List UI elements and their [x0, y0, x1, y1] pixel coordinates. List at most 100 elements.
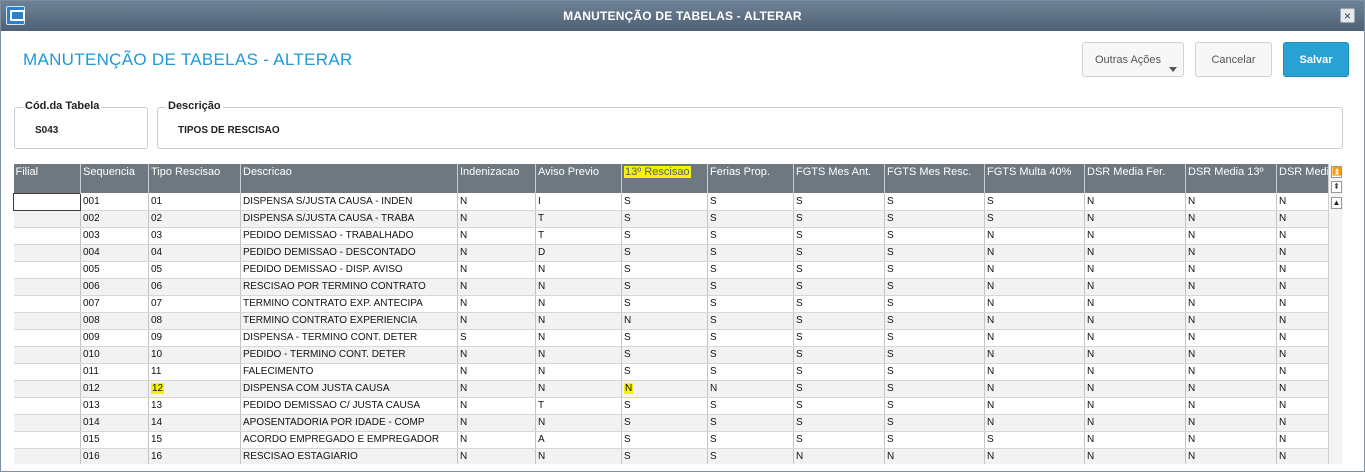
- table-cell[interactable]: N: [1084, 448, 1186, 464]
- table-cell[interactable]: S: [884, 363, 985, 381]
- table-cell[interactable]: 07: [148, 295, 241, 313]
- table-cell[interactable]: S: [884, 312, 985, 330]
- table-cell[interactable]: S: [707, 431, 794, 449]
- table-cell[interactable]: N: [535, 448, 622, 464]
- table-cell[interactable]: 013: [80, 397, 149, 415]
- table-cell[interactable]: 007: [80, 295, 149, 313]
- table-cell[interactable]: N: [1084, 261, 1186, 279]
- table-cell[interactable]: 016: [80, 448, 149, 464]
- table-row[interactable]: 010 10 PEDIDO - TERMINO CONT. DETER N N S S S S N…: [13, 346, 1328, 364]
- table-cell[interactable]: N: [535, 312, 622, 330]
- table-cell[interactable]: S: [707, 312, 794, 330]
- column-header[interactable]: Descricao: [240, 164, 458, 193]
- table-cell[interactable]: N: [1276, 261, 1328, 279]
- table-cell[interactable]: [13, 448, 81, 464]
- table-cell[interactable]: N: [535, 278, 622, 296]
- table-cell[interactable]: N: [535, 414, 622, 432]
- table-row[interactable]: 006 06 RESCISAO POR TERMINO CONTRATO N N S S S S…: [13, 278, 1328, 296]
- table-cell[interactable]: N: [1185, 397, 1277, 415]
- column-header[interactable]: DSR Media: [1276, 164, 1328, 193]
- table-cell[interactable]: PEDIDO DEMISSAO - TRABALHADO: [240, 227, 458, 245]
- table-cell[interactable]: N: [1185, 329, 1277, 347]
- table-cell[interactable]: RESCISAO POR TERMINO CONTRATO: [240, 278, 458, 296]
- table-cell[interactable]: 09: [148, 329, 241, 347]
- table-cell[interactable]: S: [621, 278, 708, 296]
- table-cell[interactable]: S: [621, 295, 708, 313]
- table-cell[interactable]: N: [1084, 363, 1186, 381]
- table-cell[interactable]: S: [707, 227, 794, 245]
- table-cell[interactable]: S: [621, 363, 708, 381]
- table-cell[interactable]: S: [793, 193, 885, 211]
- table-cell[interactable]: 01: [148, 193, 241, 211]
- table-cell[interactable]: TERMINO CONTRATO EXPERIENCIA: [240, 312, 458, 330]
- table-cell[interactable]: 08: [148, 312, 241, 330]
- table-cell[interactable]: 012: [80, 380, 149, 398]
- table-cell[interactable]: FALECIMENTO: [240, 363, 458, 381]
- table-cell[interactable]: 03: [148, 227, 241, 245]
- table-cell[interactable]: N: [984, 278, 1085, 296]
- table-cell[interactable]: 14: [148, 414, 241, 432]
- table-cell[interactable]: T: [535, 227, 622, 245]
- table-cell[interactable]: T: [535, 210, 622, 228]
- table-cell[interactable]: S: [621, 210, 708, 228]
- table-cell[interactable]: N: [1276, 210, 1328, 228]
- table-cell[interactable]: S: [884, 244, 985, 262]
- table-cell[interactable]: 009: [80, 329, 149, 347]
- table-cell[interactable]: N: [984, 329, 1085, 347]
- table-cell[interactable]: S: [984, 193, 1085, 211]
- table-cell[interactable]: N: [1084, 329, 1186, 347]
- table-cell[interactable]: [13, 261, 81, 279]
- table-cell[interactable]: S: [707, 397, 794, 415]
- table-cell[interactable]: S: [793, 397, 885, 415]
- table-cell[interactable]: N: [535, 329, 622, 347]
- table-cell[interactable]: APOSENTADORIA POR IDADE - COMP: [240, 414, 458, 432]
- table-cell[interactable]: N: [1185, 295, 1277, 313]
- table-row[interactable]: 015 15 ACORDO EMPREGADO E EMPREGADOR N A S S S S…: [13, 431, 1328, 449]
- table-cell[interactable]: 001: [80, 193, 149, 211]
- table-cell[interactable]: N: [1276, 227, 1328, 245]
- table-cell[interactable]: 002: [80, 210, 149, 228]
- table-cell[interactable]: [13, 414, 81, 432]
- table-cell[interactable]: TERMINO CONTRATO EXP. ANTECIPA: [240, 295, 458, 313]
- table-cell[interactable]: S: [707, 329, 794, 347]
- table-cell[interactable]: PEDIDO DEMISSAO C/ JUSTA CAUSA: [240, 397, 458, 415]
- vertical-scrollbar[interactable]: ⏫ ⇞ ▲: [1328, 164, 1343, 464]
- outras-acoes-button[interactable]: Outras Ações: [1082, 42, 1184, 77]
- scroll-page-up-icon[interactable]: ⇞: [1331, 181, 1342, 193]
- table-cell[interactable]: N: [1276, 448, 1328, 464]
- table-cell[interactable]: N: [984, 227, 1085, 245]
- table-cell[interactable]: N: [1185, 261, 1277, 279]
- table-cell[interactable]: N: [457, 227, 536, 245]
- table-cell[interactable]: N: [707, 380, 794, 398]
- table-cell[interactable]: S: [621, 227, 708, 245]
- table-cell[interactable]: S: [884, 414, 985, 432]
- table-row[interactable]: 003 03 PEDIDO DEMISSAO - TRABALHADO N T S S S S N…: [13, 227, 1328, 245]
- table-cell[interactable]: N: [793, 448, 885, 464]
- table-cell[interactable]: N: [1276, 244, 1328, 262]
- table-cell[interactable]: 06: [148, 278, 241, 296]
- column-header[interactable]: DSR Media Fer.: [1084, 164, 1186, 193]
- table-cell[interactable]: N: [535, 380, 622, 398]
- table-cell[interactable]: [13, 329, 81, 347]
- table-cell[interactable]: N: [1185, 244, 1277, 262]
- table-row[interactable]: 004 04 PEDIDO DEMISSAO - DESCONTADO N D S S S S N…: [13, 244, 1328, 262]
- table-cell[interactable]: N: [535, 295, 622, 313]
- table-cell[interactable]: S: [793, 363, 885, 381]
- column-header[interactable]: Filial: [13, 164, 81, 193]
- table-cell[interactable]: [13, 346, 81, 364]
- table-cell[interactable]: S: [707, 346, 794, 364]
- table-cell[interactable]: N: [1185, 363, 1277, 381]
- table-cell[interactable]: S: [707, 295, 794, 313]
- table-cell[interactable]: N: [1084, 414, 1186, 432]
- table-cell[interactable]: D: [535, 244, 622, 262]
- table-cell[interactable]: N: [1185, 380, 1277, 398]
- table-cell[interactable]: N: [1084, 397, 1186, 415]
- table-cell[interactable]: N: [984, 346, 1085, 364]
- table-cell[interactable]: N: [457, 312, 536, 330]
- table-cell[interactable]: 16: [148, 448, 241, 464]
- table-cell[interactable]: N: [1276, 312, 1328, 330]
- table-cell[interactable]: N: [1185, 193, 1277, 211]
- table-cell[interactable]: S: [793, 380, 885, 398]
- table-cell[interactable]: S: [707, 363, 794, 381]
- table-cell[interactable]: 006: [80, 278, 149, 296]
